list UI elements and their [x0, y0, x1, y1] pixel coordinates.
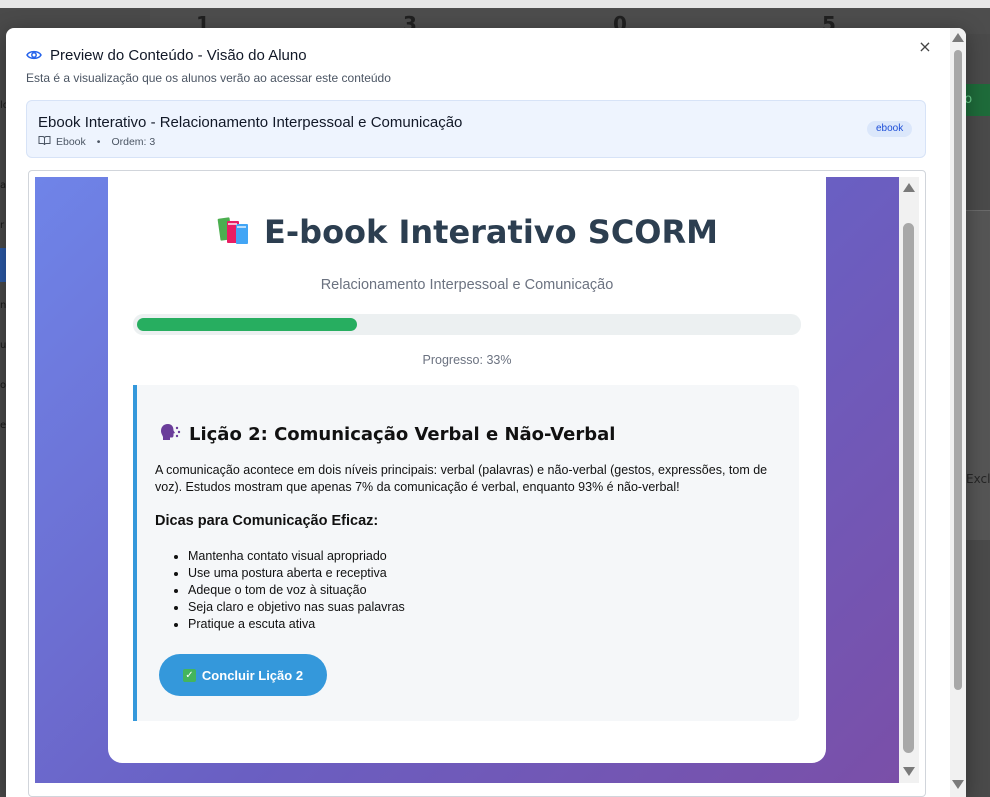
complete-lesson-label: Concluir Lição 2	[201, 667, 304, 683]
content-info-card: Ebook Interativo - Relacionamento Interp…	[26, 100, 926, 158]
content-order-label: Ordem: 3	[111, 136, 156, 148]
progress-bar-fill	[137, 318, 357, 331]
lesson-card: Lição 2: Comunicação Verbal e Não-Verbal…	[133, 385, 799, 721]
ebook-frame: E-book Interativo SCORM Relacionamento I…	[28, 170, 926, 797]
scroll-up-arrow-icon[interactable]	[952, 33, 964, 42]
tips-list: Mantenha contato visual apropriado Use u…	[188, 548, 405, 633]
ebook-scrollbar-thumb[interactable]	[903, 223, 914, 753]
ebook-title-text: E-book Interativo SCORM	[264, 213, 718, 251]
lesson-title: Lição 2: Comunicação Verbal e Não-Verbal	[159, 422, 615, 446]
background-delete-label: Exclu	[966, 472, 990, 486]
background-topbar	[0, 0, 990, 8]
ebook-scrollbar[interactable]	[899, 177, 919, 783]
speaking-head-icon	[159, 422, 181, 446]
eye-icon	[26, 46, 42, 65]
books-icon	[216, 213, 252, 251]
ebook-title: E-book Interativo SCORM	[108, 213, 826, 251]
book-icon	[38, 135, 51, 149]
tips-heading: Dicas para Comunicação Eficaz:	[155, 513, 379, 529]
list-item: Seja claro e objetivo nas suas palavras	[188, 599, 405, 616]
check-icon: ✓	[182, 668, 196, 682]
scroll-down-arrow-icon[interactable]	[952, 780, 964, 789]
lesson-paragraph: A comunicação acontece em dois níveis pr…	[155, 463, 768, 494]
modal-scrollbar-thumb[interactable]	[954, 50, 962, 690]
list-item: Use uma postura aberta e receptiva	[188, 565, 405, 582]
content-meta: Ebook • Ordem: 3	[38, 135, 155, 149]
modal-subtitle: Esta é a visualização que os alunos verã…	[26, 71, 391, 85]
ebook-viewport: E-book Interativo SCORM Relacionamento I…	[35, 177, 899, 783]
content-type-badge: ebook	[867, 121, 913, 137]
modal-title-text: Preview do Conteúdo - Visão do Aluno	[50, 47, 307, 64]
list-item: Adeque o tom de voz à situação	[188, 582, 405, 599]
list-item: Pratique a escuta ativa	[188, 616, 405, 633]
ebook-subtitle: Relacionamento Interpessoal e Comunicaçã…	[320, 277, 614, 293]
progress-bar	[133, 314, 801, 335]
modal-title: Preview do Conteúdo - Visão do Aluno	[26, 46, 307, 65]
close-button[interactable]: ×	[916, 38, 934, 56]
ebook-card: E-book Interativo SCORM Relacionamento I…	[108, 177, 826, 763]
meta-separator: •	[96, 136, 101, 148]
background-right-panel	[966, 210, 990, 540]
background-side-label: r	[0, 220, 5, 231]
modal-scrollbar[interactable]	[950, 28, 966, 797]
content-title: Ebook Interativo - Relacionamento Interp…	[38, 114, 463, 131]
scroll-up-arrow-icon[interactable]	[903, 183, 915, 192]
lesson-title-text: Lição 2: Comunicação Verbal e Não-Verbal	[189, 423, 616, 445]
complete-lesson-button[interactable]: ✓ Concluir Lição 2	[159, 654, 327, 696]
list-item: Mantenha contato visual apropriado	[188, 548, 405, 565]
scroll-down-arrow-icon[interactable]	[903, 767, 915, 776]
preview-modal: × Preview do Conteúdo - Visão do Aluno E…	[6, 28, 966, 797]
progress-label: Progresso: 33%	[422, 353, 512, 367]
content-type-label: Ebook	[56, 136, 86, 148]
